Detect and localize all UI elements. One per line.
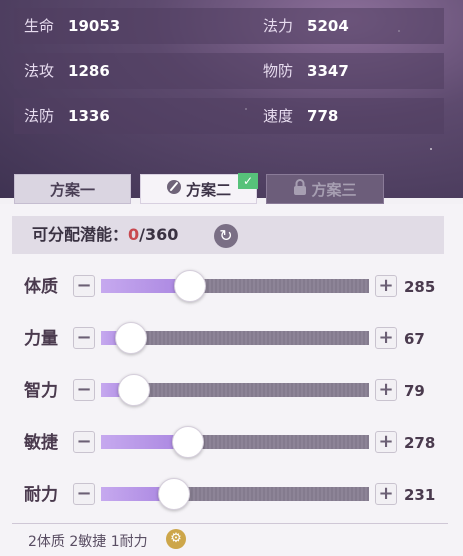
attribute-value: 285 xyxy=(404,278,436,296)
slider-knob[interactable] xyxy=(172,426,204,458)
stat-label: 速度 xyxy=(263,107,294,125)
stat-label: 法力 xyxy=(263,17,294,35)
attribute-slider[interactable] xyxy=(101,426,369,458)
increase-button[interactable]: + xyxy=(375,483,397,505)
potential-label: 可分配潜能：0/360 xyxy=(32,216,178,254)
potential-bar: 可分配潜能：0/360 ↻ xyxy=(12,216,444,254)
stat-value: 1286 xyxy=(68,62,110,80)
decrease-button[interactable]: − xyxy=(73,379,95,401)
attribute-name: 力量 xyxy=(24,329,58,349)
stat-mp: 法力 5204 xyxy=(263,8,349,44)
attribute-name: 敏捷 xyxy=(24,433,58,453)
stat-label: 法攻 xyxy=(24,62,55,80)
increase-button[interactable]: + xyxy=(375,275,397,297)
stat-hp: 生命 19053 xyxy=(24,8,120,44)
stat-row: 法防 1336 速度 778 xyxy=(14,98,444,134)
reset-icon[interactable]: ↻ xyxy=(214,224,238,248)
slider-knob[interactable] xyxy=(115,322,147,354)
tab-plan-1[interactable]: 方案一 xyxy=(14,174,131,204)
attribute-row: 敏捷 − +278 xyxy=(0,426,463,460)
stat-value: 5204 xyxy=(307,17,349,35)
increase-button[interactable]: + xyxy=(375,327,397,349)
attribute-name: 体质 xyxy=(24,277,58,297)
decrease-button[interactable]: − xyxy=(73,275,95,297)
attribute-name: 耐力 xyxy=(24,485,58,505)
attribute-value: 231 xyxy=(404,486,436,504)
stat-speed: 速度 778 xyxy=(263,98,338,134)
stat-value: 19053 xyxy=(68,17,121,35)
attribute-slider[interactable] xyxy=(101,478,369,510)
decrease-button[interactable]: − xyxy=(73,483,95,505)
tab-label: 方案三 xyxy=(311,181,357,199)
stats-panel: 生命 19053 法力 5204 法攻 1286 物防 3347 法防 1336 速度 77… xyxy=(0,0,463,198)
attribute-slider[interactable] xyxy=(101,270,369,302)
attribute-slider[interactable] xyxy=(101,322,369,354)
attribute-row: 耐力 − +231 xyxy=(0,478,463,512)
stat-value: 1336 xyxy=(68,107,110,125)
slider-knob[interactable] xyxy=(174,270,206,302)
decrease-button[interactable]: − xyxy=(73,431,95,453)
tab-label: 方案一 xyxy=(49,181,95,199)
gear-icon[interactable]: ⚙ xyxy=(166,529,186,549)
recommended-distribution: 2体质 2敏捷 1耐力 xyxy=(28,534,148,550)
attribute-slider[interactable] xyxy=(101,374,369,406)
tab-plan-3[interactable]: 方案三 xyxy=(266,174,384,204)
decrease-button[interactable]: − xyxy=(73,327,95,349)
increase-button[interactable]: + xyxy=(375,379,397,401)
potential-total: /360 xyxy=(139,225,179,244)
brush-icon xyxy=(166,175,182,205)
attribute-row: 智力 − +79 xyxy=(0,374,463,408)
tab-plan-2[interactable]: 方案二 ✓ xyxy=(140,173,258,205)
stat-label: 法防 xyxy=(24,107,55,125)
stat-label: 生命 xyxy=(24,17,55,35)
stat-value: 778 xyxy=(307,107,339,125)
check-icon: ✓ xyxy=(238,173,258,189)
attribute-row: 力量 − +67 xyxy=(0,322,463,356)
divider xyxy=(12,523,448,524)
potential-label-text: 可分配潜能： xyxy=(32,225,129,244)
increase-button[interactable]: + xyxy=(375,431,397,453)
attribute-name: 智力 xyxy=(24,381,58,401)
stat-label: 物防 xyxy=(263,62,294,80)
stat-row: 生命 19053 法力 5204 xyxy=(14,8,444,44)
potential-current: 0 xyxy=(128,225,140,244)
slider-knob[interactable] xyxy=(118,374,150,406)
stat-magic-attack: 法攻 1286 xyxy=(24,53,110,89)
attribute-row: 体质 − +285 xyxy=(0,270,463,304)
attribute-value: 278 xyxy=(404,434,436,452)
lock-icon xyxy=(293,175,307,205)
stat-value: 3347 xyxy=(307,62,349,80)
stat-physical-defense: 物防 3347 xyxy=(263,53,349,89)
stat-magic-defense: 法防 1336 xyxy=(24,98,110,134)
tab-label: 方案二 xyxy=(185,181,231,199)
star-decoration xyxy=(430,148,432,150)
stat-row: 法攻 1286 物防 3347 xyxy=(14,53,444,89)
attribute-value: 79 xyxy=(404,382,425,400)
slider-knob[interactable] xyxy=(158,478,190,510)
attribute-value: 67 xyxy=(404,330,425,348)
